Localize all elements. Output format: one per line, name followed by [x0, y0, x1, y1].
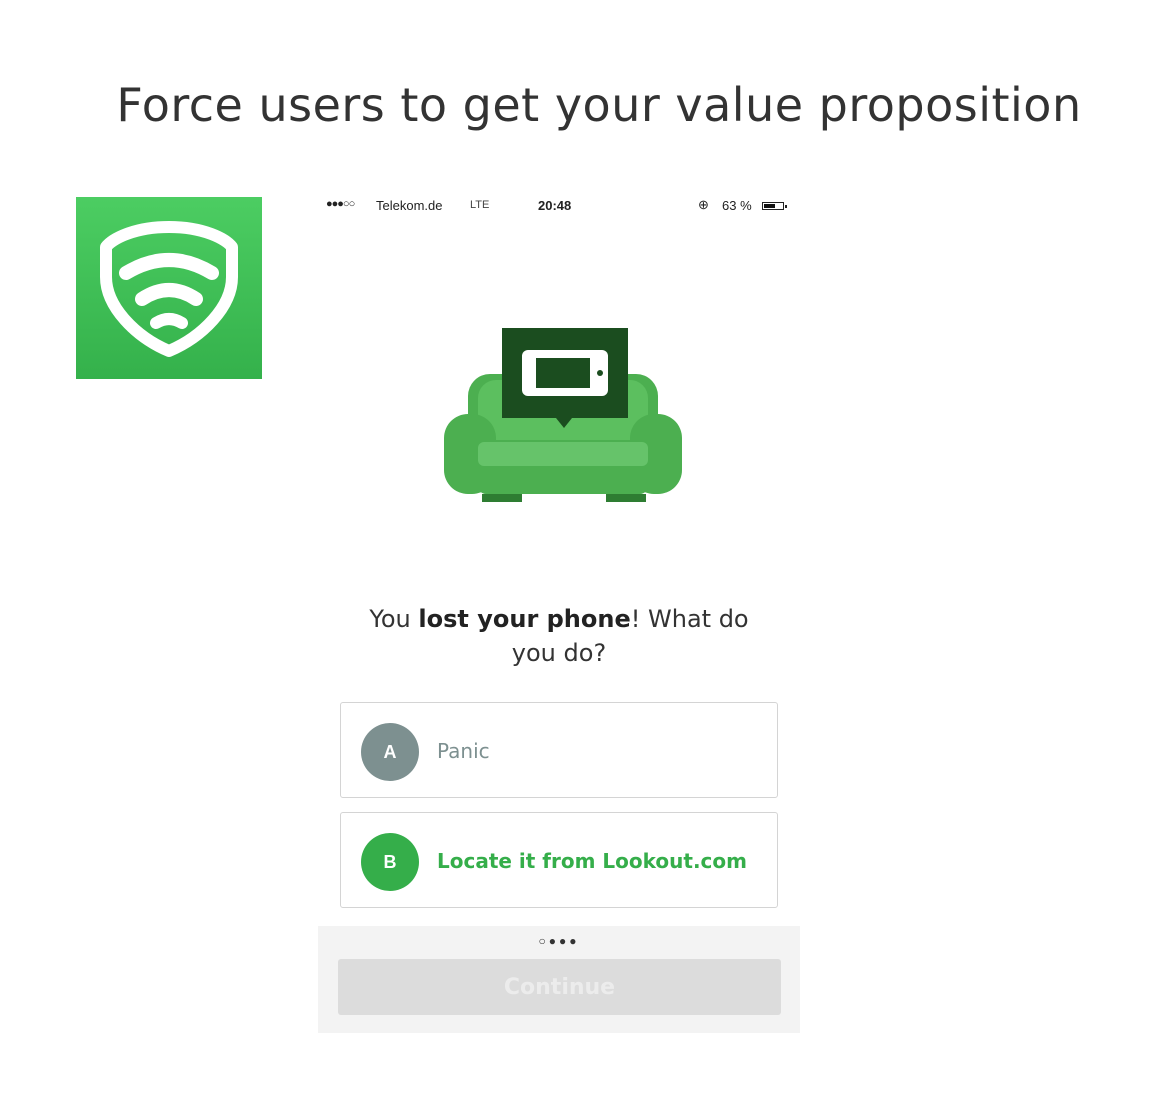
- lookout-app-icon: [76, 197, 262, 379]
- network-type: LTE: [470, 199, 490, 211]
- phone-screen: ●●●○○ Telekom.de LTE 20:48 ⊕ 63 % You lo…: [318, 188, 800, 1033]
- page-indicator: ○●●●: [538, 934, 580, 948]
- onboarding-footer: ○●●● Continue: [318, 926, 800, 1033]
- option-a-label: Panic: [437, 739, 490, 763]
- signal-strength-icon: ●●●○○: [326, 198, 355, 210]
- rotation-lock-icon: ⊕: [698, 197, 709, 212]
- question-prefix: You: [369, 605, 419, 633]
- sofa-with-phone-illustration: [444, 328, 682, 502]
- question-emphasis: lost your phone: [418, 605, 631, 633]
- option-b-label: Locate it from Lookout.com: [437, 849, 747, 873]
- answer-option-a[interactable]: A Panic: [340, 702, 778, 798]
- continue-button[interactable]: Continue: [338, 959, 781, 1015]
- status-time: 20:48: [538, 198, 572, 213]
- option-a-badge: A: [361, 723, 419, 781]
- carrier-name: Telekom.de: [376, 198, 443, 213]
- slide-title: Force users to get your value propositio…: [116, 78, 1082, 132]
- battery-icon: [762, 202, 787, 210]
- shield-wifi-icon: [100, 221, 238, 357]
- answer-option-b[interactable]: B Locate it from Lookout.com: [340, 812, 778, 908]
- battery-percent: 63 %: [722, 198, 752, 213]
- status-bar: ●●●○○ Telekom.de LTE 20:48 ⊕ 63 %: [318, 196, 800, 216]
- onboarding-question: You lost your phone! What do you do?: [348, 602, 770, 670]
- option-b-badge: B: [361, 833, 419, 891]
